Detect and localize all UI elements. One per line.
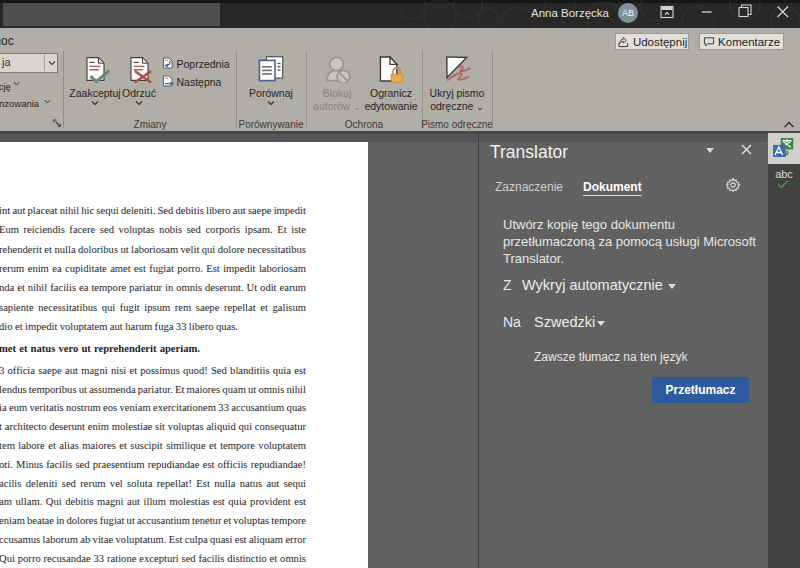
svg-text:abc: abc	[775, 168, 793, 180]
